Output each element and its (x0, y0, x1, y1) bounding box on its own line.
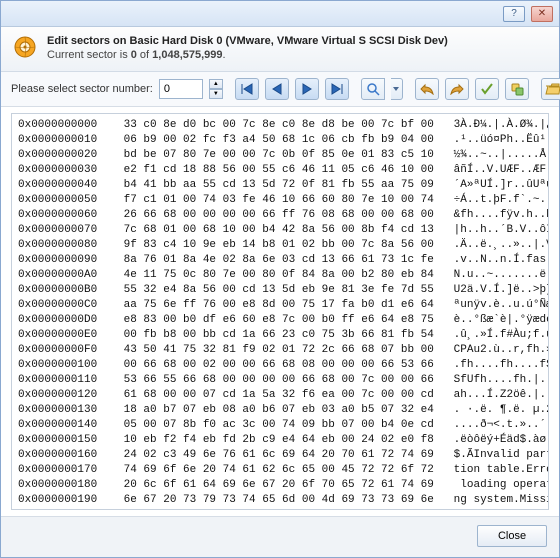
hex-row[interactable]: 0x0000000050 f7 c1 01 00 74 03 fe 46 10 … (18, 193, 542, 208)
dialog-title: Edit sectors on Basic Hard Disk 0 (VMwar… (47, 35, 448, 47)
nav-next-button[interactable] (295, 78, 319, 100)
hex-row[interactable]: 0x0000000130 18 a0 b7 07 eb 08 a0 b6 07 … (18, 403, 542, 418)
hex-row[interactable]: 0x0000000190 6e 67 20 73 79 73 74 65 6d … (18, 493, 542, 508)
dialog-subtitle: Current sector is 0 of 1,048,575,999. (47, 49, 448, 61)
check-icon (480, 83, 494, 95)
nav-prev-button[interactable] (265, 78, 289, 100)
open-button[interactable] (541, 78, 560, 100)
nav-first-button[interactable] (235, 78, 259, 100)
hex-row[interactable]: 0x00000000E0 00 fb b8 00 bb cd 1a 66 23 … (18, 328, 542, 343)
dialog-footer: Close (1, 516, 559, 557)
sector-stepper: ▲ ▼ (209, 79, 223, 99)
hex-row[interactable]: 0x0000000180 20 6c 6f 61 64 69 6e 67 20 … (18, 478, 542, 493)
hex-row[interactable]: 0x00000001A0 67 20 6f 70 65 72 61 74 69 … (18, 508, 542, 510)
redo-icon (450, 83, 464, 95)
hex-row[interactable]: 0x0000000160 24 02 c3 49 6e 76 61 6c 69 … (18, 448, 542, 463)
nav-prev-icon (270, 83, 284, 95)
toolbar: Please select sector number: ▲ ▼ (1, 72, 559, 107)
nav-last-button[interactable] (325, 78, 349, 100)
hex-row[interactable]: 0x0000000150 10 eb f2 f4 eb fd 2b c9 e4 … (18, 433, 542, 448)
window-close-button[interactable]: ✕ (531, 6, 553, 22)
subtitle-suffix: . (223, 49, 226, 61)
hex-row[interactable]: 0x00000000D0 e8 83 00 b0 df e6 60 e8 7c … (18, 313, 542, 328)
hex-row[interactable]: 0x0000000090 8a 76 01 8a 4e 02 8a 6e 03 … (18, 253, 542, 268)
nav-first-icon (240, 83, 254, 95)
apply-button[interactable] (475, 78, 499, 100)
zoom-button[interactable] (361, 78, 385, 100)
hex-row[interactable]: 0x0000000080 9f 83 c4 10 9e eb 14 b8 01 … (18, 238, 542, 253)
sector-step-down[interactable]: ▼ (209, 89, 223, 99)
hex-row[interactable]: 0x0000000020 bd be 07 80 7e 00 00 7c 0b … (18, 148, 542, 163)
hex-row[interactable]: 0x0000000170 74 69 6f 6e 20 74 61 62 6c … (18, 463, 542, 478)
hex-row[interactable]: 0x0000000030 e2 f1 cd 18 88 56 00 55 c6 … (18, 163, 542, 178)
sector-input-label: Please select sector number: (11, 83, 153, 95)
hex-row[interactable]: 0x00000000C0 aa 75 6e ff 76 00 e8 8d 00 … (18, 298, 542, 313)
hex-row[interactable]: 0x0000000000 33 c0 8e d0 bc 00 7c 8e c0 … (18, 118, 542, 133)
subtitle-prefix: Current sector is (47, 49, 131, 61)
hex-row[interactable]: 0x0000000120 61 68 00 00 07 cd 1a 5a 32 … (18, 388, 542, 403)
undo-button[interactable] (415, 78, 439, 100)
sector-step-up[interactable]: ▲ (209, 79, 223, 89)
subtitle-mid: of (137, 49, 152, 61)
hex-row[interactable]: 0x0000000100 00 66 68 00 02 00 00 66 68 … (18, 358, 542, 373)
total-sectors-value: 1,048,575,999 (152, 49, 222, 61)
hex-row[interactable]: 0x0000000060 26 66 68 00 00 00 00 66 ff … (18, 208, 542, 223)
hex-row[interactable]: 0x0000000010 06 b9 00 02 fc f3 a4 50 68 … (18, 133, 542, 148)
folder-open-icon (545, 82, 560, 96)
help-button[interactable]: ? (503, 6, 525, 22)
chevron-down-icon (393, 87, 399, 91)
paint-icon (510, 82, 524, 96)
hex-row[interactable]: 0x0000000070 7c 68 01 00 68 10 00 b4 42 … (18, 223, 542, 238)
nav-last-icon (330, 83, 344, 95)
header: Edit sectors on Basic Hard Disk 0 (VMwar… (1, 27, 559, 72)
fill-button[interactable] (505, 78, 529, 100)
hex-row[interactable]: 0x00000000A0 4e 11 75 0c 80 7e 00 80 0f … (18, 268, 542, 283)
nav-next-icon (300, 83, 314, 95)
undo-icon (420, 83, 434, 95)
close-button[interactable]: Close (477, 525, 547, 547)
sector-number-input[interactable] (159, 79, 203, 99)
hex-editor-pane[interactable]: 0x0000000000 33 c0 8e d0 bc 00 7c 8e c0 … (11, 113, 549, 510)
hex-row[interactable]: 0x00000000B0 55 32 e4 8a 56 00 cd 13 5d … (18, 283, 542, 298)
disk-sectors-icon (13, 35, 37, 59)
hex-row[interactable]: 0x0000000040 b4 41 bb aa 55 cd 13 5d 72 … (18, 178, 542, 193)
dialog-window: ? ✕ Edit sectors on Basic Hard Disk 0 (V… (0, 0, 560, 558)
zoom-icon (366, 82, 380, 96)
zoom-dropdown[interactable] (391, 78, 403, 100)
titlebar: ? ✕ (1, 1, 559, 27)
redo-button[interactable] (445, 78, 469, 100)
hex-row[interactable]: 0x00000000F0 43 50 41 75 32 81 f9 02 01 … (18, 343, 542, 358)
hex-row[interactable]: 0x0000000110 53 66 55 66 68 00 00 00 00 … (18, 373, 542, 388)
hex-row[interactable]: 0x0000000140 05 00 07 8b f0 ac 3c 00 74 … (18, 418, 542, 433)
